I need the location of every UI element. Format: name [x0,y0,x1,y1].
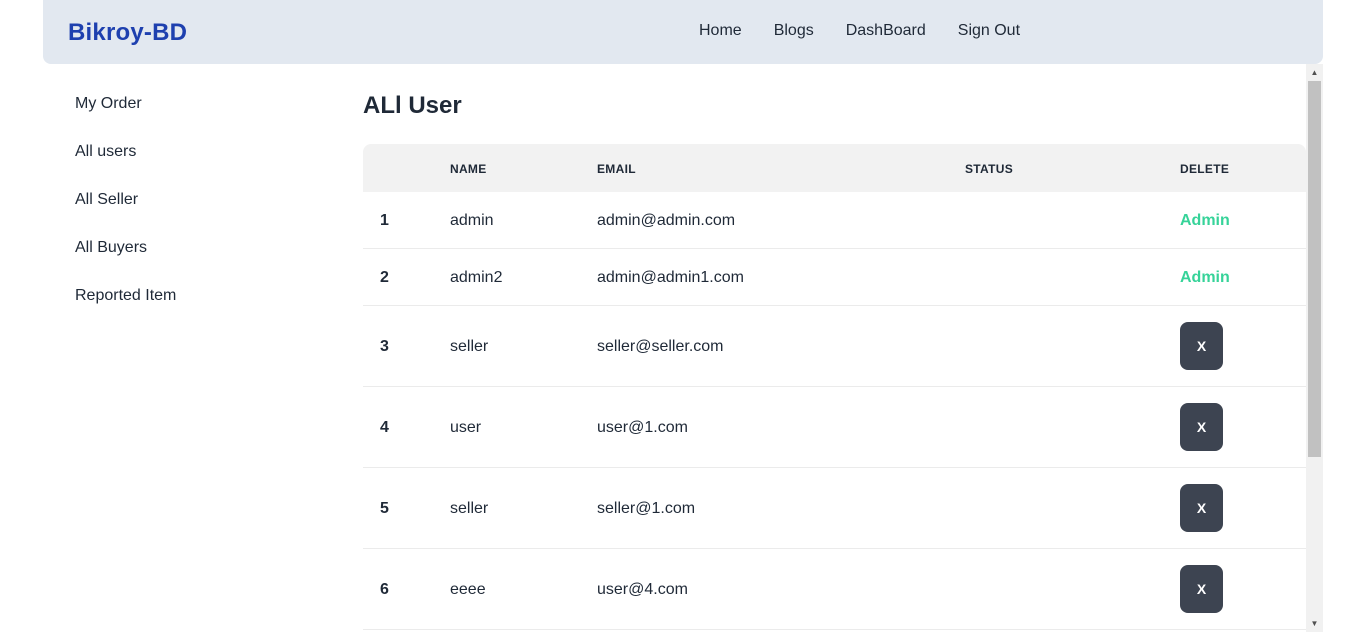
table-row: 5 seller seller@1.com X [363,468,1306,549]
admin-label: Admin [1180,212,1230,229]
table-row: 1 admin admin@admin.com Admin [363,192,1306,249]
row-index: 4 [380,419,389,436]
row-email: seller@1.com [597,500,696,517]
table-header: NAME EMAIL STATUS DELETE [363,144,1306,192]
row-email: user@1.com [597,419,688,436]
nav-link-dashboard[interactable]: DashBoard [846,22,926,40]
row-name: admin2 [450,269,503,286]
sidebar-item-reported-item[interactable]: Reported Item [75,286,176,334]
row-index: 3 [380,338,389,355]
nav-link-sign-out[interactable]: Sign Out [958,22,1020,40]
row-name: eeee [450,581,486,598]
sidebar-item-all-users[interactable]: All users [75,142,176,190]
table-row: 4 user user@1.com X [363,387,1306,468]
row-name: seller [450,500,489,517]
navbar: Bikroy-BD Home Blogs DashBoard Sign Out [43,0,1323,64]
scroll-up-arrow-icon[interactable]: ▲ [1306,64,1323,81]
row-index: 5 [380,500,389,517]
row-email: user@4.com [597,581,688,598]
row-name: user [450,419,482,436]
sidebar-item-all-seller[interactable]: All Seller [75,190,176,238]
row-index: 1 [380,212,389,229]
nav-links: Home Blogs DashBoard Sign Out [699,22,1052,40]
table-row: 2 admin2 admin@admin1.com Admin [363,249,1306,306]
row-index: 6 [380,581,389,598]
scroll-down-arrow-icon[interactable]: ▼ [1306,615,1323,632]
delete-user-button[interactable]: X [1180,322,1223,370]
sidebar-item-all-buyers[interactable]: All Buyers [75,238,176,286]
nav-link-home[interactable]: Home [699,22,742,40]
delete-user-button[interactable]: X [1180,403,1223,451]
row-name: admin [450,212,494,229]
page-title: ALl User [363,92,462,119]
scroll-thumb[interactable] [1308,81,1321,457]
delete-user-button[interactable]: X [1180,565,1223,613]
row-email: admin@admin1.com [597,269,744,286]
nav-link-blogs[interactable]: Blogs [774,22,814,40]
table-row: 3 seller seller@seller.com X [363,306,1306,387]
header-status: STATUS [965,162,1014,176]
header-email: EMAIL [597,162,636,176]
brand-logo[interactable]: Bikroy-BD [68,19,187,47]
scrollbar[interactable]: ▲ ▼ [1306,64,1323,632]
row-email: seller@seller.com [597,338,724,355]
row-email: admin@admin.com [597,212,736,229]
sidebar: My Order All users All Seller All Buyers… [75,94,176,334]
delete-user-button[interactable]: X [1180,484,1223,532]
users-table: NAME EMAIL STATUS DELETE 1 admin admin@a… [363,144,1306,630]
header-delete: DELETE [1180,162,1230,176]
row-name: seller [450,338,489,355]
table-row: 6 eeee user@4.com X [363,549,1306,630]
admin-label: Admin [1180,269,1230,286]
row-index: 2 [380,269,389,286]
sidebar-item-my-order[interactable]: My Order [75,94,176,142]
header-name: NAME [450,162,487,176]
